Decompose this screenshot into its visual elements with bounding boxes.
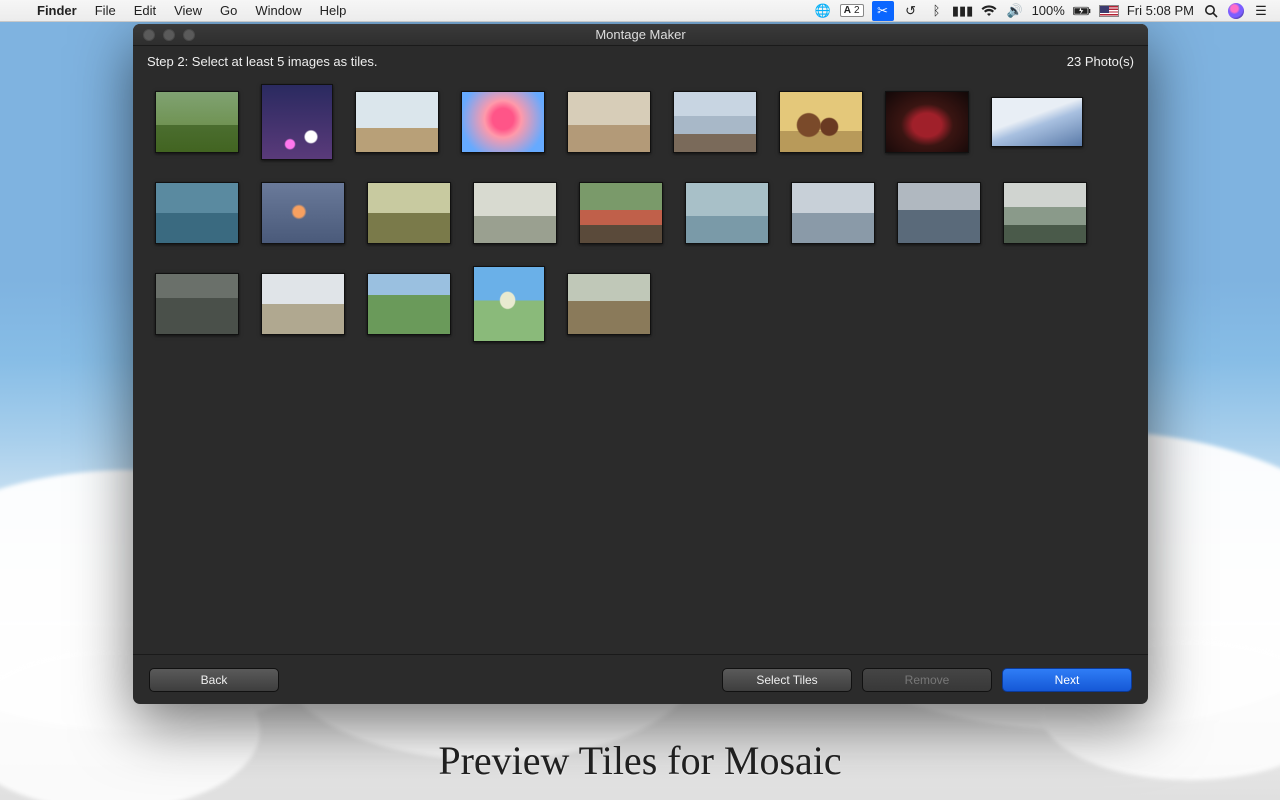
step-instruction: Step 2: Select at least 5 images as tile… — [147, 54, 378, 69]
menu-edit[interactable]: Edit — [125, 0, 165, 22]
thumbnail-grid — [155, 84, 1126, 342]
montage-maker-window: Montage Maker Step 2: Select at least 5 … — [133, 24, 1148, 704]
tile-thumbnail[interactable] — [885, 91, 969, 153]
battery-percent[interactable]: 100% — [1032, 3, 1065, 18]
adobe-badge-count: 2 — [854, 5, 860, 16]
battery-charging-icon — [1073, 2, 1091, 20]
notification-center-icon[interactable]: ☰ — [1252, 2, 1270, 20]
scissor-menu-icon[interactable]: ✂ — [872, 1, 894, 21]
window-titlebar[interactable]: Montage Maker — [133, 24, 1148, 46]
adobe-cc-badge[interactable]: A2 — [840, 4, 864, 17]
tile-thumbnail[interactable] — [155, 273, 239, 335]
tile-thumbnail[interactable] — [461, 91, 545, 153]
tile-thumbnail[interactable] — [1003, 182, 1087, 244]
window-title: Montage Maker — [133, 27, 1148, 42]
tile-thumbnail[interactable] — [473, 266, 545, 342]
menu-go[interactable]: Go — [211, 0, 246, 22]
select-tiles-button[interactable]: Select Tiles — [722, 668, 852, 692]
spotlight-icon[interactable] — [1202, 2, 1220, 20]
window-zoom-button[interactable] — [183, 29, 195, 41]
battery-icon[interactable]: ▮▮▮ — [954, 2, 972, 20]
tile-thumbnail[interactable] — [473, 182, 557, 244]
next-button[interactable]: Next — [1002, 668, 1132, 692]
tile-thumbnail[interactable] — [673, 91, 757, 153]
volume-icon[interactable]: 🔊 — [1006, 2, 1024, 20]
tile-thumbnail[interactable] — [261, 182, 345, 244]
window-footer: Back Select Tiles Remove Next — [133, 654, 1148, 704]
input-flag-us-icon[interactable] — [1099, 5, 1119, 17]
tile-thumbnail[interactable] — [367, 182, 451, 244]
step-bar: Step 2: Select at least 5 images as tile… — [133, 46, 1148, 76]
siri-icon[interactable] — [1228, 3, 1244, 19]
tile-thumbnail[interactable] — [261, 84, 333, 160]
window-minimize-button[interactable] — [163, 29, 175, 41]
menubar-clock[interactable]: Fri 5:08 PM — [1127, 3, 1194, 18]
menu-file[interactable]: File — [86, 0, 125, 22]
screenshot-caption: Preview Tiles for Mosaic — [0, 737, 1280, 784]
tile-thumbnail[interactable] — [355, 91, 439, 153]
menubar-app-name[interactable]: Finder — [28, 0, 86, 22]
bluetooth-icon[interactable]: ᛒ — [928, 2, 946, 20]
remove-button[interactable]: Remove — [862, 668, 992, 692]
tile-thumbnail[interactable] — [261, 273, 345, 335]
menu-view[interactable]: View — [165, 0, 211, 22]
menu-window[interactable]: Window — [246, 0, 310, 22]
tile-thumbnail[interactable] — [155, 182, 239, 244]
tile-thumbnail[interactable] — [685, 182, 769, 244]
wifi-icon[interactable] — [980, 2, 998, 20]
back-button[interactable]: Back — [149, 668, 279, 692]
tile-thumbnail[interactable] — [567, 91, 651, 153]
menu-help[interactable]: Help — [311, 0, 356, 22]
tile-thumbnail[interactable] — [779, 91, 863, 153]
macos-menubar: Finder File Edit View Go Window Help 🌐 A… — [0, 0, 1280, 22]
tile-thumbnail[interactable] — [791, 182, 875, 244]
thumbnail-area — [133, 76, 1148, 654]
tile-thumbnail[interactable] — [367, 273, 451, 335]
tile-thumbnail[interactable] — [897, 182, 981, 244]
tile-thumbnail[interactable] — [155, 91, 239, 153]
photo-count: 23 Photo(s) — [1067, 54, 1134, 69]
tile-thumbnail[interactable] — [567, 273, 651, 335]
tile-thumbnail[interactable] — [991, 97, 1083, 147]
globe-icon[interactable]: 🌐 — [814, 2, 832, 20]
time-machine-icon[interactable]: ↺ — [902, 2, 920, 20]
window-close-button[interactable] — [143, 29, 155, 41]
apple-menu-icon[interactable] — [10, 2, 28, 20]
tile-thumbnail[interactable] — [579, 182, 663, 244]
